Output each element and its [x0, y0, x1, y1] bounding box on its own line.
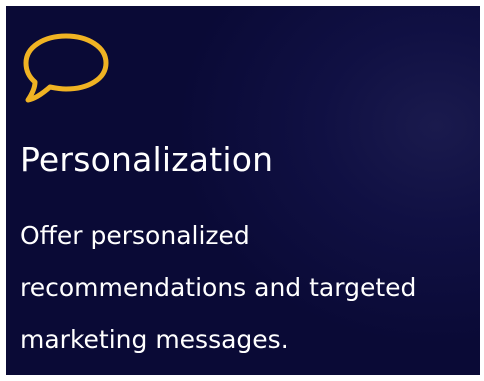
description-line: recommendations and targeted [20, 273, 417, 302]
card-description: Offer personalized recommendations and t… [20, 210, 470, 366]
speech-bubble-icon [23, 33, 109, 103]
description-line: Offer personalized [20, 221, 250, 250]
feature-card: Personalization Offer personalized recom… [6, 6, 480, 375]
card-title: Personalization [20, 140, 274, 179]
description-line: marketing messages. [20, 325, 289, 354]
